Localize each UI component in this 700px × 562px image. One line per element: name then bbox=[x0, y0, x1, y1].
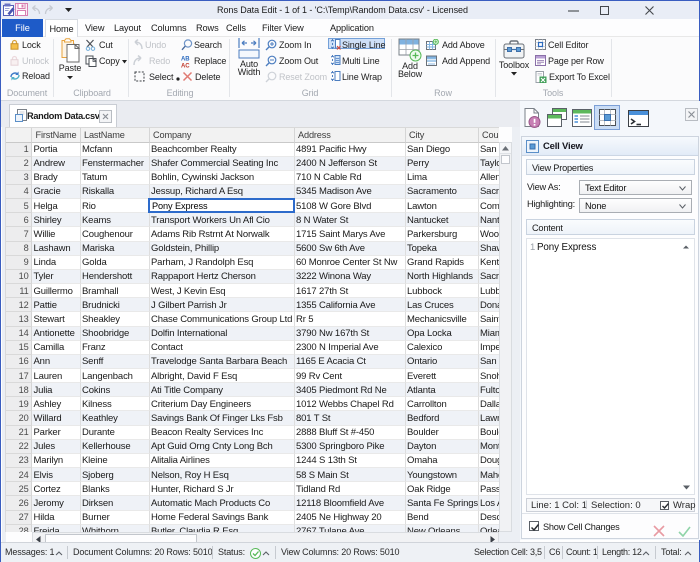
svg-text:AC: AC bbox=[181, 64, 190, 69]
svg-text:AB: AB bbox=[181, 57, 190, 63]
